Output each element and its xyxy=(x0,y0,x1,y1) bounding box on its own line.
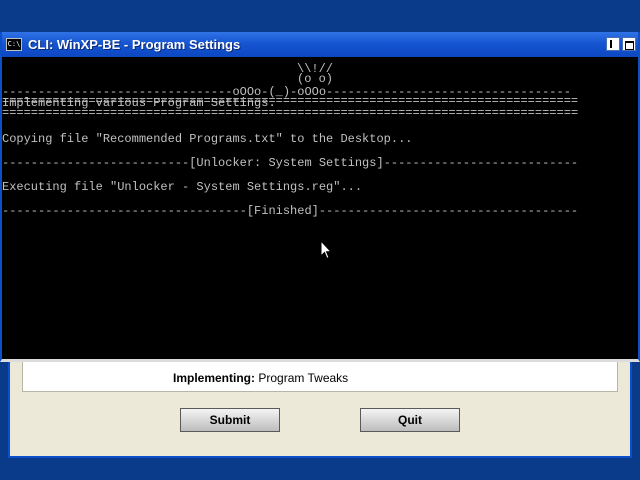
ascii-art-line: (o o) xyxy=(297,73,334,85)
mouse-cursor-icon xyxy=(320,240,332,260)
separator-line: ========================================… xyxy=(2,107,579,119)
console-window[interactable]: C:\ CLI: WinXP-BE - Program Settings \\!… xyxy=(0,32,640,362)
status-line: Implementing: Program Tweaks xyxy=(173,371,348,385)
window-title: CLI: WinXP-BE - Program Settings xyxy=(28,37,241,52)
status-label: Implementing: xyxy=(173,371,256,385)
submit-button[interactable]: Submit xyxy=(180,408,280,432)
console-line: Executing file "Unlocker - System Settin… xyxy=(2,181,363,193)
console-output: \\!// (o o) ----------------------------… xyxy=(2,59,638,359)
console-icon[interactable]: C:\ xyxy=(6,38,22,51)
title-bar[interactable]: C:\ CLI: WinXP-BE - Program Settings xyxy=(2,32,638,57)
section-separator: --------------------------[Unlocker: Sys… xyxy=(2,157,579,169)
finished-separator: ----------------------------------[Finis… xyxy=(2,205,579,217)
quit-button[interactable]: Quit xyxy=(360,408,460,432)
minimize-icon[interactable] xyxy=(606,37,620,51)
maximize-icon[interactable] xyxy=(622,37,636,51)
status-value: Program Tweaks xyxy=(258,371,349,385)
console-line: Copying file "Recommended Programs.txt" … xyxy=(2,133,413,145)
